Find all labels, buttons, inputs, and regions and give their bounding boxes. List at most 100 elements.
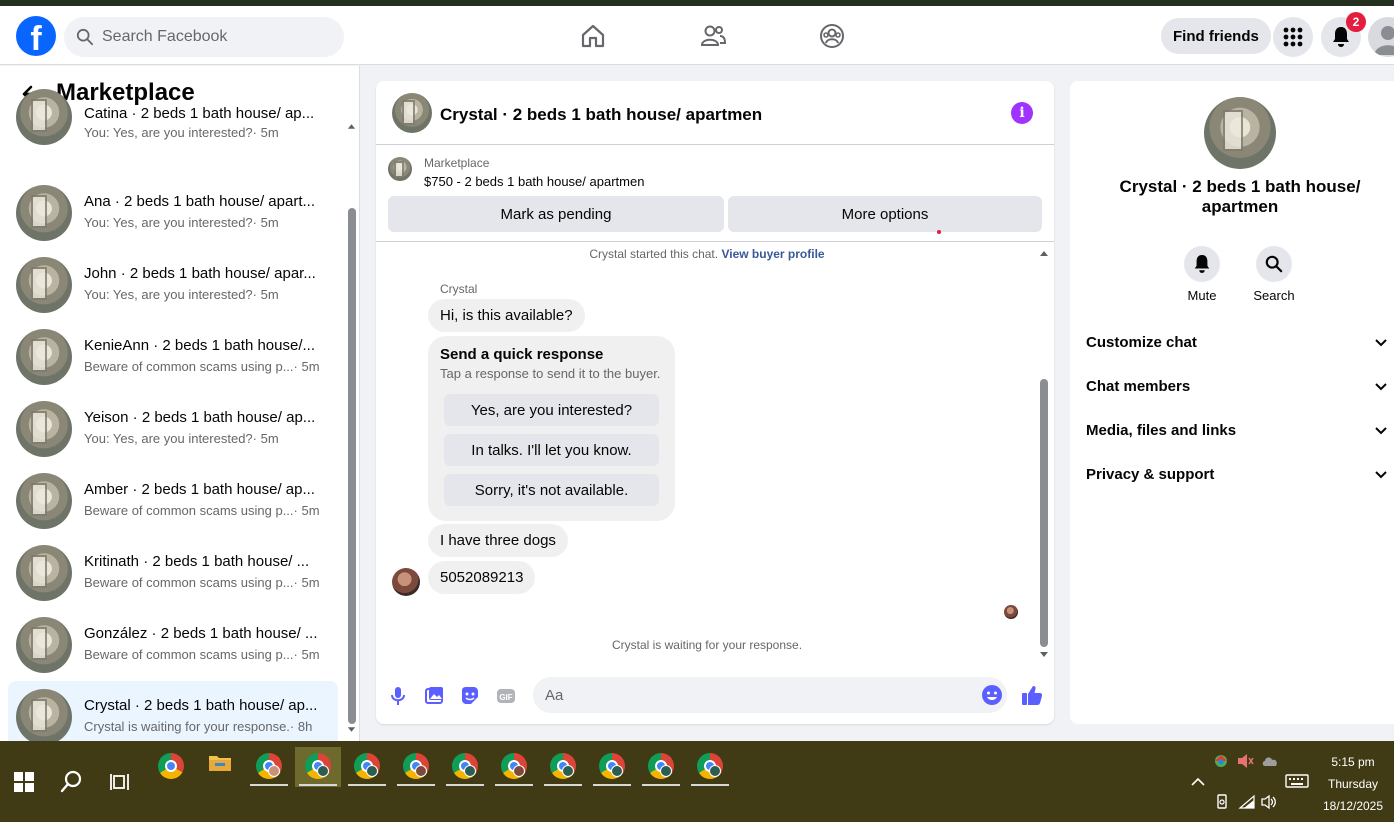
conversation-item[interactable]: Catina · 2 beds 1 bath house/ ap... You: …	[8, 89, 338, 177]
running-indicator	[691, 784, 729, 786]
preview-time: · 5m	[252, 431, 279, 446]
running-indicator	[642, 784, 680, 786]
scrollbar-thumb[interactable]	[348, 208, 356, 724]
taskbar-chrome-profile[interactable]	[393, 747, 439, 787]
taskbar-chrome-profile[interactable]	[687, 747, 733, 787]
conversation-item[interactable]: John · 2 beds 1 bath house/ apar... You: …	[8, 249, 338, 321]
taskbar-chrome-profile[interactable]	[442, 747, 488, 787]
conversation-name: Kritinath · 2 beds 1 bath house/ ...	[84, 553, 310, 570]
quick-response-option[interactable]: Sorry, it's not available.	[444, 474, 659, 506]
task-view-icon[interactable]	[109, 771, 131, 793]
search-action[interactable]: Search	[1244, 246, 1304, 303]
conversation-item[interactable]: KenieAnn · 2 beds 1 bath house/... Beware…	[8, 321, 338, 393]
scroll-down-icon[interactable]	[347, 726, 356, 734]
scroll-down-icon[interactable]	[1039, 651, 1049, 659]
search-input[interactable]	[102, 28, 322, 46]
chevron-down-icon	[1375, 383, 1387, 391]
conversation-thumbnail	[16, 329, 72, 385]
conversation-item[interactable]: Crystal · 2 beds 1 bath house/ ap... Crys…	[8, 681, 338, 741]
conversation-item[interactable]: Amber · 2 beds 1 bath house/ ap... Beware…	[8, 465, 338, 537]
volume-muted-icon[interactable]	[1236, 753, 1254, 769]
device-icon[interactable]	[1213, 794, 1231, 810]
home-icon[interactable]	[579, 22, 607, 50]
running-indicator	[397, 784, 435, 786]
conversation-thumbnail	[16, 689, 72, 741]
file-explorer-icon[interactable]	[208, 753, 232, 773]
mark-as-pending-button[interactable]: Mark as pending	[388, 196, 724, 232]
conversation-thumbnail	[16, 89, 72, 145]
microphone-icon[interactable]	[387, 685, 409, 707]
conversation-item[interactable]: Kritinath · 2 beds 1 bath house/ ... Bewa…	[8, 537, 338, 609]
friends-icon[interactable]	[699, 22, 727, 50]
message-input[interactable]	[533, 677, 1007, 713]
conversation-item[interactable]: González · 2 beds 1 bath house/ ... Bewar…	[8, 609, 338, 681]
listing-thumbnail[interactable]	[392, 93, 432, 133]
search-box[interactable]	[64, 17, 344, 57]
info-icon[interactable]: i	[1011, 102, 1033, 124]
notification-badge: 2	[1346, 12, 1366, 32]
conversation-thumbnail	[16, 617, 72, 673]
more-options-button[interactable]: More options	[728, 196, 1042, 232]
sender-name: Crystal	[440, 282, 478, 296]
scrollbar-thumb[interactable]	[1040, 379, 1048, 647]
photo-icon[interactable]	[423, 685, 445, 707]
taskbar-chrome-profile-active[interactable]	[295, 747, 341, 787]
conversation-item[interactable]: Yeison · 2 beds 1 bath house/ ap... You: …	[8, 393, 338, 465]
preview-text: Crystal is waiting for your response.	[84, 719, 290, 734]
quick-response-subtitle: Tap a response to send it to the buyer.	[440, 366, 661, 381]
conversation-name: John · 2 beds 1 bath house/ apar...	[84, 265, 316, 282]
message-bubble[interactable]: 5052089213	[428, 561, 536, 594]
cloud-icon[interactable]	[1261, 753, 1279, 769]
keyboard-icon[interactable]	[1285, 773, 1309, 789]
menu-grid-button[interactable]	[1273, 17, 1313, 57]
profile-avatar[interactable]	[1368, 17, 1394, 57]
mute-action[interactable]: Mute	[1172, 246, 1232, 303]
section-label: Privacy & support	[1086, 465, 1215, 483]
chat-title[interactable]: Crystal · 2 beds 1 bath house/ apartmen	[440, 105, 762, 125]
listing-small-thumbnail[interactable]	[388, 157, 412, 181]
listing-large-thumbnail[interactable]	[1204, 97, 1276, 169]
taskbar-chrome-profile[interactable]	[638, 747, 684, 787]
chat-scrollbar[interactable]	[1039, 249, 1049, 661]
media-files-links-section[interactable]: Media, files and links	[1086, 410, 1394, 450]
colorful-tray-icon[interactable]	[1212, 753, 1230, 769]
chevron-up-icon[interactable]	[1189, 774, 1207, 790]
privacy-support-section[interactable]: Privacy & support	[1086, 454, 1394, 494]
windows-start-icon[interactable]	[14, 772, 34, 792]
taskbar-chrome-profile[interactable]	[344, 747, 390, 787]
emoji-icon[interactable]	[981, 684, 1003, 706]
wifi-icon[interactable]	[1238, 794, 1256, 810]
find-friends-button[interactable]: Find friends	[1161, 18, 1271, 54]
marketplace-label: Marketplace	[424, 156, 490, 170]
taskbar-chrome-profile[interactable]	[540, 747, 586, 787]
scroll-up-icon[interactable]	[347, 122, 356, 130]
taskbar-clock[interactable]: 5:15 pm Thursday 18/12/2025	[1318, 751, 1388, 817]
sticker-icon[interactable]	[459, 685, 481, 707]
quick-response-option[interactable]: Yes, are you interested?	[444, 394, 659, 426]
conversation-preview: Beware of common scams using p...· 5m	[84, 575, 324, 590]
taskbar-chrome-profile[interactable]	[246, 747, 292, 787]
gif-icon[interactable]: GIF	[495, 685, 517, 707]
taskbar-chrome-profile[interactable]	[589, 747, 635, 787]
running-indicator	[544, 784, 582, 786]
speaker-icon[interactable]	[1260, 794, 1278, 810]
quick-response-option[interactable]: In talks. I'll let you know.	[444, 434, 659, 466]
sender-avatar[interactable]	[392, 568, 420, 596]
groups-icon[interactable]	[818, 22, 846, 50]
taskbar-chrome[interactable]	[148, 747, 194, 787]
facebook-logo[interactable]: f	[16, 16, 56, 56]
chat-members-section[interactable]: Chat members	[1086, 366, 1394, 406]
view-buyer-profile-link[interactable]: View buyer profile	[721, 247, 824, 261]
customize-chat-section[interactable]: Customize chat	[1086, 322, 1394, 362]
scroll-up-icon[interactable]	[1039, 249, 1049, 257]
preview-text: Beware of common scams using p...	[84, 647, 294, 662]
taskbar-chrome-profile[interactable]	[491, 747, 537, 787]
listing-price-title[interactable]: $750 - 2 beds 1 bath house/ apartmen	[424, 174, 644, 189]
message-bubble[interactable]: I have three dogs	[428, 524, 568, 557]
like-thumbs-up-icon[interactable]	[1020, 683, 1044, 707]
search-icon[interactable]	[60, 769, 84, 793]
conversation-item[interactable]: Ana · 2 beds 1 bath house/ apart... You: …	[8, 177, 338, 249]
running-indicator	[299, 784, 337, 786]
sidebar-scrollbar[interactable]	[347, 122, 356, 734]
message-bubble[interactable]: Hi, is this available?	[428, 299, 585, 332]
